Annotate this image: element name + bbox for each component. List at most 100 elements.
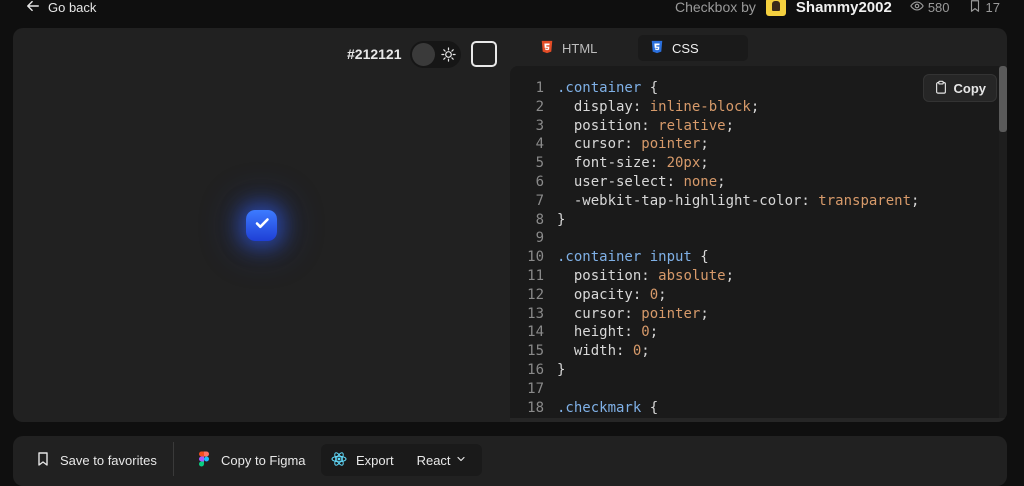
- code-token: ;: [911, 192, 920, 209]
- code-token: absolute: [658, 268, 726, 284]
- copy-button[interactable]: Copy: [922, 74, 997, 102]
- code-token: ;: [750, 98, 760, 115]
- code-line: 17: [510, 380, 557, 399]
- eye-icon: [910, 0, 924, 16]
- code-line: 15 width: 0;: [510, 342, 650, 361]
- code-token: position:: [557, 117, 659, 134]
- code-token: transparent: [818, 192, 912, 209]
- code-token: {: [641, 399, 659, 416]
- copy-to-figma-label: Copy to Figma: [221, 452, 306, 468]
- tab-css[interactable]: CSS: [638, 35, 748, 61]
- transparent-background-toggle[interactable]: [471, 41, 497, 67]
- go-back-link[interactable]: Go back: [26, 0, 96, 16]
- code-line: 13 cursor: pointer;: [510, 305, 709, 324]
- code-line: 4 cursor: pointer;: [510, 135, 709, 154]
- code-token: ;: [700, 155, 709, 172]
- tab-html[interactable]: HTML: [528, 35, 609, 61]
- code-token: ;: [725, 268, 735, 284]
- code-token: {: [691, 249, 709, 266]
- code-token: ;: [717, 174, 726, 190]
- sun-icon: [441, 47, 456, 62]
- figma-icon: [196, 451, 212, 470]
- line-number: 8: [535, 211, 544, 228]
- author-name[interactable]: Shammy2002: [796, 0, 892, 16]
- export-label: Export: [356, 452, 394, 468]
- line-number: 9: [535, 230, 544, 247]
- line-number: 15: [527, 343, 544, 360]
- line-number: 10: [527, 249, 544, 266]
- code-token: position:: [557, 268, 659, 284]
- post-meta: Checkbox by Shammy2002 580 17: [675, 0, 1000, 16]
- code-line: 16}: [510, 361, 565, 380]
- code-token: none: [683, 174, 718, 190]
- scrollbar-thumb[interactable]: [999, 66, 1007, 132]
- code-line: 8}: [510, 211, 566, 230]
- code-token: {: [641, 80, 659, 96]
- line-number: 17: [527, 380, 544, 397]
- divider: [173, 442, 174, 476]
- checkmark-icon: [252, 213, 272, 238]
- code-token: pointer: [641, 136, 701, 153]
- vertical-scrollbar[interactable]: [999, 66, 1007, 422]
- toggle-knob: [412, 43, 435, 66]
- code-token: height:: [557, 324, 642, 341]
- horizontal-scrollbar[interactable]: [510, 418, 1007, 422]
- bookmarks-stat[interactable]: 17: [968, 0, 1000, 16]
- line-number: 14: [527, 324, 544, 341]
- line-number: 6: [535, 174, 544, 190]
- clipboard-icon: [934, 80, 948, 97]
- line-number: 18: [527, 399, 544, 416]
- views-count: 580: [927, 0, 950, 15]
- code-token: cursor:: [557, 305, 642, 322]
- save-to-favorites-button[interactable]: Save to favorites: [25, 444, 167, 476]
- code-line: 5 font-size: 20px;: [510, 154, 709, 173]
- code-line: 11 position: absolute;: [510, 267, 734, 286]
- code-line: 12 opacity: 0;: [510, 286, 666, 305]
- action-bar: Save to favorites Copy to Figma Export R…: [13, 436, 1007, 486]
- theme-toggle[interactable]: [410, 41, 461, 68]
- code-line: 18 .checkmark {: [510, 399, 658, 418]
- checkbox-demo[interactable]: [246, 210, 277, 241]
- tab-html-label: HTML: [562, 40, 598, 56]
- line-number: 12: [527, 286, 544, 303]
- code-token: relative: [658, 117, 726, 134]
- go-back-label: Go back: [48, 0, 97, 15]
- code-token: pointer: [641, 305, 701, 322]
- html5-icon: [540, 40, 554, 57]
- export-button[interactable]: Export React: [321, 444, 482, 476]
- tab-css-label: CSS: [672, 40, 699, 56]
- code-token: .container input: [557, 249, 692, 266]
- code-token: ;: [700, 305, 709, 322]
- code-token: }: [557, 362, 566, 378]
- line-number: 2: [535, 98, 544, 115]
- line-number: 3: [535, 117, 544, 134]
- code-editor: HTML CSS 1 .container {2 display: inline-…: [510, 28, 1007, 422]
- code-token: 0: [641, 324, 650, 341]
- views-stat: 580: [910, 0, 950, 16]
- code-token: -webkit-tap-highlight-color:: [557, 192, 819, 209]
- top-bar: Go back Checkbox by Shammy2002 580 17: [0, 0, 1024, 16]
- code-token: display:: [557, 98, 650, 115]
- copy-to-figma-button[interactable]: Copy to Figma: [186, 444, 316, 476]
- avatar[interactable]: [765, 0, 786, 16]
- arrow-left-icon: [26, 0, 40, 16]
- code-area[interactable]: 1 .container {2 display: inline-block; 3 p…: [510, 66, 1007, 422]
- code-token: ;: [725, 117, 735, 134]
- code-token: .container: [557, 80, 642, 96]
- framework-label: React: [416, 452, 451, 468]
- chevron-down-icon: [455, 453, 467, 468]
- line-number: 4: [535, 136, 544, 153]
- code-token: cursor:: [557, 136, 642, 153]
- main-panel: #212121 HTML CSS 1 .container {2 displa…: [13, 28, 1007, 422]
- code-token: ;: [641, 343, 650, 360]
- framework-select[interactable]: React: [417, 453, 467, 468]
- code-line: 1 .container {: [510, 79, 659, 98]
- code-line: 2 display: inline-block;: [510, 98, 760, 117]
- background-color-label[interactable]: #212121: [347, 46, 402, 62]
- code-token: inline-block: [649, 98, 751, 115]
- code-line: 10 .container input {: [510, 248, 709, 267]
- line-number: 11: [527, 268, 544, 284]
- code-token: font-size:: [557, 155, 667, 172]
- line-number: 5: [535, 155, 544, 172]
- copy-label: Copy: [953, 80, 987, 96]
